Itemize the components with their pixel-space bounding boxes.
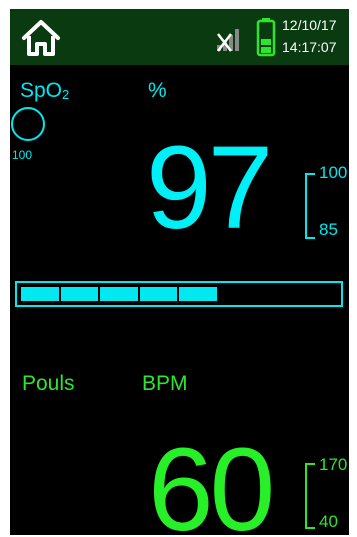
time-text: 14:17:07 <box>282 39 337 55</box>
spo2-bar-segment <box>179 287 219 301</box>
spo2-label: SpO2 <box>20 79 70 102</box>
spo2-bar-segment <box>60 287 100 301</box>
spo2-bar-segment <box>21 287 61 301</box>
pulse-value: 60 <box>148 424 275 535</box>
home-icon[interactable] <box>20 17 62 59</box>
date-text: 12/10/17 <box>282 17 337 33</box>
spo2-bar-segment <box>139 287 179 301</box>
spo2-secondary-value: 100 <box>12 148 33 162</box>
spo2-range-low: 85 <box>319 220 338 239</box>
pulse-unit: BPM <box>142 372 188 395</box>
top-bar: 12/10/17 14:17:07 <box>10 9 349 65</box>
spo2-value: 97 <box>146 122 273 254</box>
spo2-level-bar <box>15 281 343 307</box>
pulse-range-low: 40 <box>319 512 338 531</box>
spo2-range-high: 100 <box>319 163 348 182</box>
monitor-screen: 12/10/17 14:17:07 SpO2 % 100 97 100 85 P… <box>10 9 349 535</box>
spo2-bar-segment <box>100 287 140 301</box>
spo2-indicator-circle <box>11 107 45 141</box>
pulse-range-bracket <box>305 463 315 529</box>
pulse-range-high: 170 <box>319 455 348 474</box>
spo2-range-bracket <box>305 173 315 239</box>
no-signal-icon <box>217 29 239 52</box>
pulse-label: Pouls <box>22 372 75 395</box>
spo2-unit: % <box>148 79 167 102</box>
battery-icon <box>256 18 276 57</box>
